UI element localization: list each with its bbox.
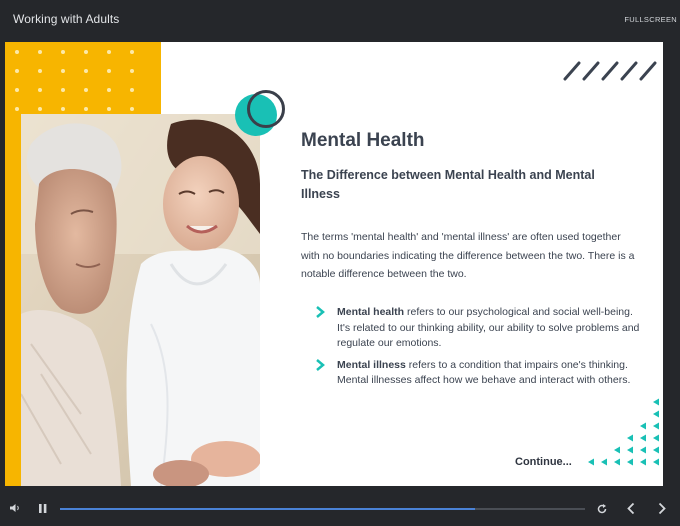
progress-fill	[60, 508, 475, 510]
decorative-dot	[15, 107, 19, 111]
volume-icon[interactable]	[9, 503, 21, 513]
slide-subtitle: The Difference between Mental Health and…	[301, 168, 595, 201]
decorative-triangle	[614, 458, 620, 466]
decorative-dot	[15, 69, 19, 73]
decorative-dot	[61, 88, 65, 92]
slide-canvas: Mental Health The Difference between Men…	[5, 42, 663, 486]
course-title: Working with Adults	[13, 12, 120, 26]
list-item: Mental health refers to our psychologica…	[315, 305, 645, 352]
decorative-dot	[38, 69, 42, 73]
decorative-dot	[61, 69, 65, 73]
decorative-triangle	[653, 434, 659, 442]
decorative-triangle	[653, 398, 659, 406]
decorative-dot	[61, 50, 65, 54]
decorative-triangle	[627, 458, 633, 466]
decorative-dot	[84, 69, 88, 73]
decorative-triangle	[653, 458, 659, 466]
chevron-right-icon[interactable]	[657, 502, 667, 515]
decorative-dot	[107, 107, 111, 111]
decorative-dot	[130, 107, 134, 111]
continue-button[interactable]: Continue...	[515, 456, 572, 468]
decorative-dot	[107, 88, 111, 92]
decorative-ring-circle	[247, 90, 285, 128]
decorative-triangle	[640, 446, 646, 454]
decorative-dot	[130, 50, 134, 54]
decorative-triangle	[653, 422, 659, 430]
decorative-dot	[15, 50, 19, 54]
replay-icon[interactable]	[596, 503, 608, 515]
player-controls	[0, 490, 680, 526]
decorative-dot	[84, 50, 88, 54]
list-item: Mental illness refers to a condition tha…	[315, 358, 645, 389]
pause-icon[interactable]	[38, 503, 48, 514]
decorative-triangle	[627, 434, 633, 442]
chevron-right-icon	[316, 306, 325, 318]
decorative-dot	[107, 50, 111, 54]
decorative-dot	[84, 88, 88, 92]
slide-title: Mental Health	[301, 130, 425, 151]
decorative-dot	[130, 69, 134, 73]
decorative-triangle	[640, 422, 646, 430]
decorative-triangle	[640, 458, 646, 466]
decorative-dot	[107, 69, 111, 73]
decorative-triangle	[653, 446, 659, 454]
caregiver-photo	[21, 114, 260, 486]
decorative-triangle	[627, 446, 633, 454]
progress-track[interactable]	[60, 508, 585, 510]
decorative-dot	[84, 107, 88, 111]
bullet-term: Mental health	[337, 306, 405, 318]
decorative-dot	[15, 88, 19, 92]
decorative-dot	[61, 107, 65, 111]
bullet-term: Mental illness	[337, 358, 406, 371]
intro-paragraph: The terms 'mental health' and 'mental il…	[301, 231, 635, 280]
decorative-triangle	[588, 458, 594, 466]
decorative-triangle	[640, 434, 646, 442]
decorative-dot	[38, 88, 42, 92]
decorative-triangle	[653, 410, 659, 418]
top-bar: Working with Adults FULLSCREEN	[0, 0, 680, 38]
decorative-yellow-strip	[5, 114, 21, 486]
decorative-triangle-pattern	[588, 398, 659, 466]
decorative-dot	[130, 88, 134, 92]
decorative-dot	[38, 50, 42, 54]
decorative-yellow-block	[5, 42, 161, 114]
decorative-triangle	[601, 458, 607, 466]
bullet-list: Mental health refers to our psychologica…	[315, 305, 645, 395]
fullscreen-button[interactable]: FULLSCREEN	[624, 15, 677, 24]
decorative-triangle	[614, 446, 620, 454]
chevron-right-icon	[316, 358, 325, 371]
chevron-left-icon[interactable]	[626, 502, 636, 515]
decorative-dot	[38, 107, 42, 111]
decorative-slashes	[563, 61, 657, 81]
